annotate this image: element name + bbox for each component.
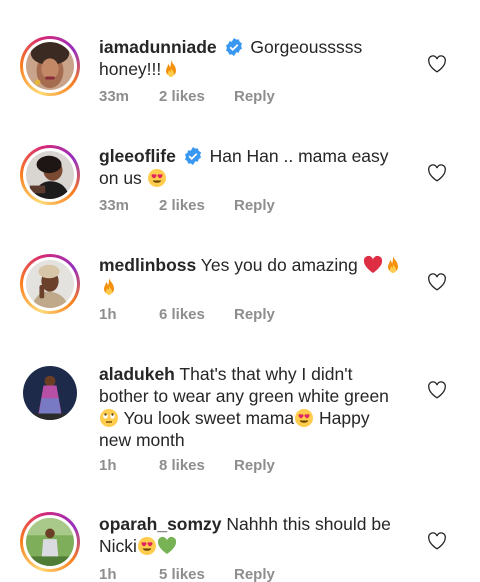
heart-outline-icon[interactable] — [427, 164, 447, 182]
comment-likes[interactable]: 8 likes — [159, 457, 234, 474]
heart-outline-icon[interactable] — [427, 532, 447, 550]
comment-meta: 33m 2 likes Reply — [99, 197, 275, 214]
comment-body: bother to wear any green white green — [99, 386, 389, 406]
fire-emoji-icon — [166, 60, 177, 77]
red-heart-emoji-icon — [363, 255, 382, 273]
comment-username[interactable]: oparah_somzy — [99, 514, 222, 534]
comment-time: 1h — [99, 457, 117, 474]
comment-body: Gorgeousssss — [250, 37, 363, 57]
comment-time: 1h — [99, 306, 117, 323]
reply-button[interactable]: Reply — [234, 197, 275, 214]
comment-time: 33m — [99, 88, 130, 105]
rolling-eyes-emoji-icon — [100, 409, 118, 427]
avatar[interactable] — [20, 145, 80, 205]
heart-eyes-emoji-icon — [137, 537, 156, 555]
avatar[interactable] — [20, 363, 80, 423]
comment-body: Happy — [318, 408, 370, 428]
comment-likes[interactable]: 6 likes — [159, 306, 234, 323]
comment-body: Yes you do amazing — [200, 255, 358, 275]
comment-body: honey!!! — [99, 59, 162, 79]
heart-outline-icon[interactable] — [427, 273, 447, 291]
comment-likes[interactable]: 2 likes — [159, 88, 234, 105]
fire-emoji-icon — [104, 278, 114, 295]
reply-button[interactable]: Reply — [234, 306, 275, 323]
avatar[interactable] — [20, 36, 80, 96]
heart-eyes-emoji-icon — [147, 169, 166, 187]
comment-body: Han Han .. mama easy — [209, 146, 389, 166]
comment-likes[interactable]: 5 likes — [159, 566, 234, 582]
comment-body: on us — [99, 168, 142, 188]
comment-body: Nahhh this should be — [226, 514, 391, 534]
comment-text: iamadunniade Gorgeousssss honey!!! — [99, 36, 409, 80]
comment-text: medlinboss Yes you do amazing — [99, 254, 409, 298]
comment-text: aladukeh That's that why I didn't bother… — [99, 363, 409, 451]
comment-text: gleeoflife Han Han .. mama easy on us — [99, 145, 409, 189]
heart-eyes-emoji-icon — [295, 409, 314, 427]
heart-outline-icon[interactable] — [427, 381, 447, 399]
comment-body: You look sweet mama — [123, 408, 295, 428]
comment-username[interactable]: iamadunniade — [99, 37, 217, 57]
comment-body: new month — [99, 430, 185, 450]
reply-button[interactable]: Reply — [234, 88, 275, 105]
comment-meta: 1h 6 likes Reply — [99, 306, 275, 323]
verified-badge-icon — [184, 147, 201, 165]
comment-text: oparah_somzy Nahhh this should be Nicki — [99, 513, 409, 557]
comment-body: Nicki — [99, 536, 137, 556]
comment-username[interactable]: gleeoflife — [99, 146, 176, 166]
heart-outline-icon[interactable] — [427, 55, 447, 73]
verified-badge-icon — [225, 38, 242, 56]
comment-meta: 1h 8 likes Reply — [99, 457, 275, 474]
fire-emoji-icon — [387, 256, 398, 273]
comment-body: That's that why I didn't — [179, 364, 353, 384]
comment-meta: 33m 2 likes Reply — [99, 88, 275, 105]
comment-username[interactable]: aladukeh — [99, 364, 175, 384]
comment-username[interactable]: medlinboss — [99, 255, 196, 275]
comment-meta: 1h 5 likes Reply — [99, 566, 275, 582]
avatar[interactable] — [20, 512, 80, 572]
green-heart-emoji-icon — [157, 536, 177, 554]
reply-button[interactable]: Reply — [234, 566, 275, 582]
comment-likes[interactable]: 2 likes — [159, 197, 234, 214]
avatar[interactable] — [20, 254, 80, 314]
comment-time: 33m — [99, 197, 130, 214]
comment-time: 1h — [99, 566, 117, 582]
reply-button[interactable]: Reply — [234, 457, 275, 474]
